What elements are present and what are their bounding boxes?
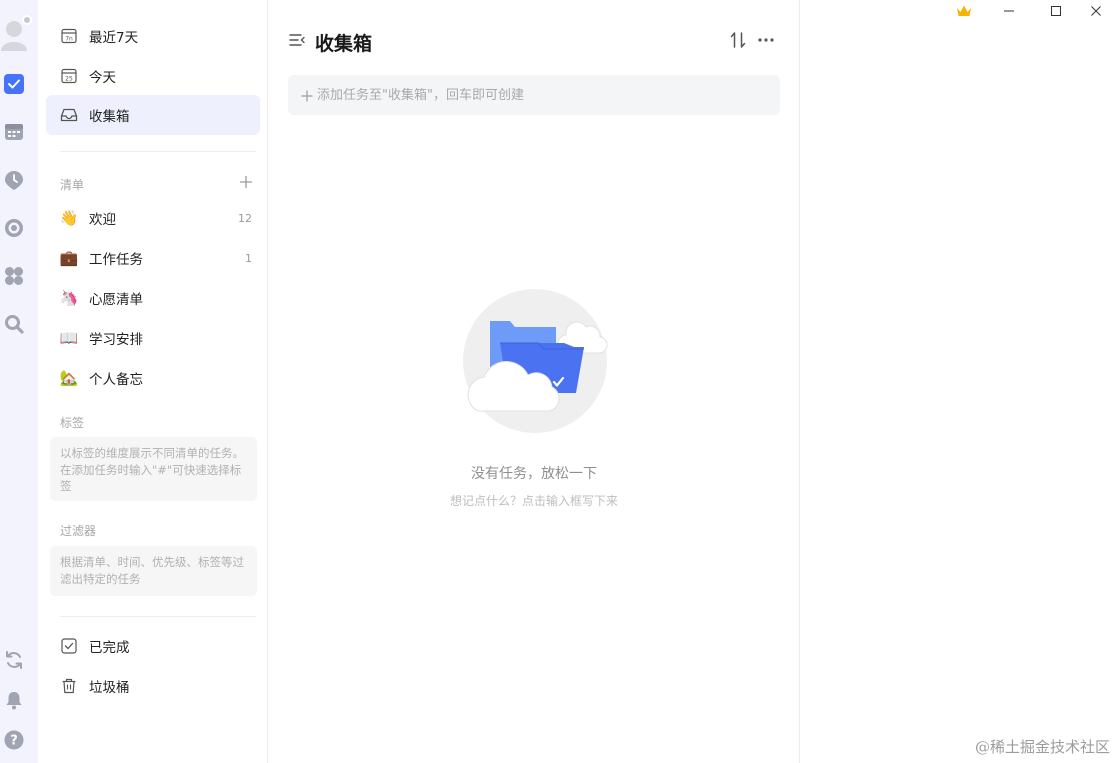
- sidebar-item-inbox[interactable]: 收集箱: [46, 95, 260, 135]
- calendar-icon[interactable]: [3, 121, 25, 143]
- page-title: 收集箱: [315, 33, 373, 55]
- filters-section-title: 过滤器: [60, 524, 97, 538]
- next-7-days-icon: 7n: [60, 27, 78, 45]
- notification-bell-icon[interactable]: [3, 689, 25, 711]
- divider: [60, 616, 256, 617]
- sidebar-item-today[interactable]: 25 今天: [46, 56, 260, 96]
- more-options-icon[interactable]: [756, 30, 776, 50]
- add-list-icon[interactable]: [238, 174, 254, 190]
- sidebar-item-label: 垃圾桶: [89, 680, 130, 696]
- briefcase-icon: 💼: [59, 249, 79, 267]
- sidebar: 7n 最近7天 25 今天 收集箱 清单 👋 欢迎 12 💼 工作任务 1 🦄 …: [38, 0, 268, 763]
- premium-crown-icon[interactable]: [944, 0, 984, 22]
- inbox-icon: [60, 106, 78, 124]
- unicorn-icon: 🦄: [59, 289, 79, 307]
- filters-hint: 根据清单、时间、优先级、标签等过滤出特定的任务: [50, 546, 257, 596]
- sidebar-item-label: 心愿清单: [89, 292, 143, 308]
- sidebar-item-label: 收集箱: [89, 109, 130, 125]
- house-icon: 🏡: [59, 369, 79, 387]
- sidebar-item-label: 学习安排: [89, 332, 143, 348]
- trash-icon: [60, 677, 78, 695]
- watermark: @稀土掘金技术社区: [974, 738, 1110, 756]
- close-icon[interactable]: [1076, 0, 1116, 22]
- completed-icon: [60, 637, 78, 655]
- empty-inbox-illustration: [448, 285, 618, 445]
- waving-hand-icon: 👋: [59, 209, 79, 227]
- search-icon[interactable]: [3, 313, 25, 335]
- sidebar-item-study-plan[interactable]: 📖 学习安排: [46, 318, 260, 358]
- svg-text:7n: 7n: [65, 35, 73, 42]
- sidebar-item-personal-memo[interactable]: 🏡 个人备忘: [46, 358, 260, 398]
- pomodoro-icon[interactable]: [3, 169, 25, 191]
- add-task-input[interactable]: [317, 87, 757, 103]
- divider: [60, 151, 256, 152]
- maximize-icon[interactable]: [1036, 0, 1076, 22]
- task-list-panel: 收集箱 没有任务，放松一下 想记点什么？点击输入框写下来: [268, 0, 800, 763]
- tags-hint: 以标签的维度展示不同清单的任务。在添加任务时输入"#"可快速选择标签: [50, 437, 257, 501]
- task-count: 12: [238, 211, 252, 225]
- apps-icon[interactable]: [3, 265, 25, 287]
- tags-section-title: 标签: [60, 416, 85, 430]
- sidebar-item-next-7-days[interactable]: 7n 最近7天: [46, 16, 260, 56]
- sidebar-item-wish-list[interactable]: 🦄 心愿清单: [46, 278, 260, 318]
- collapse-sidebar-icon[interactable]: [288, 31, 306, 49]
- sidebar-item-label: 欢迎: [89, 212, 116, 228]
- habit-icon[interactable]: [3, 217, 25, 239]
- sidebar-item-label: 今天: [89, 70, 116, 86]
- sidebar-item-trash[interactable]: 垃圾桶: [46, 666, 260, 706]
- task-detail-panel: [801, 0, 1116, 763]
- empty-state-title: 没有任务，放松一下: [471, 466, 597, 482]
- sidebar-item-label: 个人备忘: [89, 372, 143, 388]
- sidebar-item-completed[interactable]: 已完成: [46, 626, 260, 666]
- today-icon: 25: [60, 67, 78, 85]
- premium-badge-icon: [22, 15, 32, 25]
- icon-rail: ?: [0, 0, 38, 763]
- sidebar-item-welcome[interactable]: 👋 欢迎 12: [46, 198, 260, 238]
- sidebar-item-label: 最近7天: [89, 30, 139, 46]
- lists-section-title: 清单: [60, 178, 85, 192]
- empty-state-subtitle: 想记点什么？点击输入框写下来: [449, 494, 618, 508]
- help-icon[interactable]: ?: [3, 729, 25, 751]
- add-task-field[interactable]: [288, 75, 780, 115]
- svg-text:25: 25: [65, 75, 73, 82]
- sync-icon[interactable]: [3, 649, 25, 671]
- task-checkbox-icon[interactable]: [3, 73, 25, 95]
- svg-text:?: ?: [10, 734, 18, 749]
- sort-icon[interactable]: [728, 30, 748, 50]
- plus-icon: [300, 88, 314, 102]
- open-book-icon: 📖: [59, 329, 79, 347]
- sidebar-item-label: 工作任务: [89, 252, 143, 268]
- task-count: 1: [245, 251, 252, 265]
- minimize-icon[interactable]: [989, 0, 1029, 22]
- sidebar-item-label: 已完成: [89, 640, 130, 656]
- sidebar-item-work-tasks[interactable]: 💼 工作任务 1: [46, 238, 260, 278]
